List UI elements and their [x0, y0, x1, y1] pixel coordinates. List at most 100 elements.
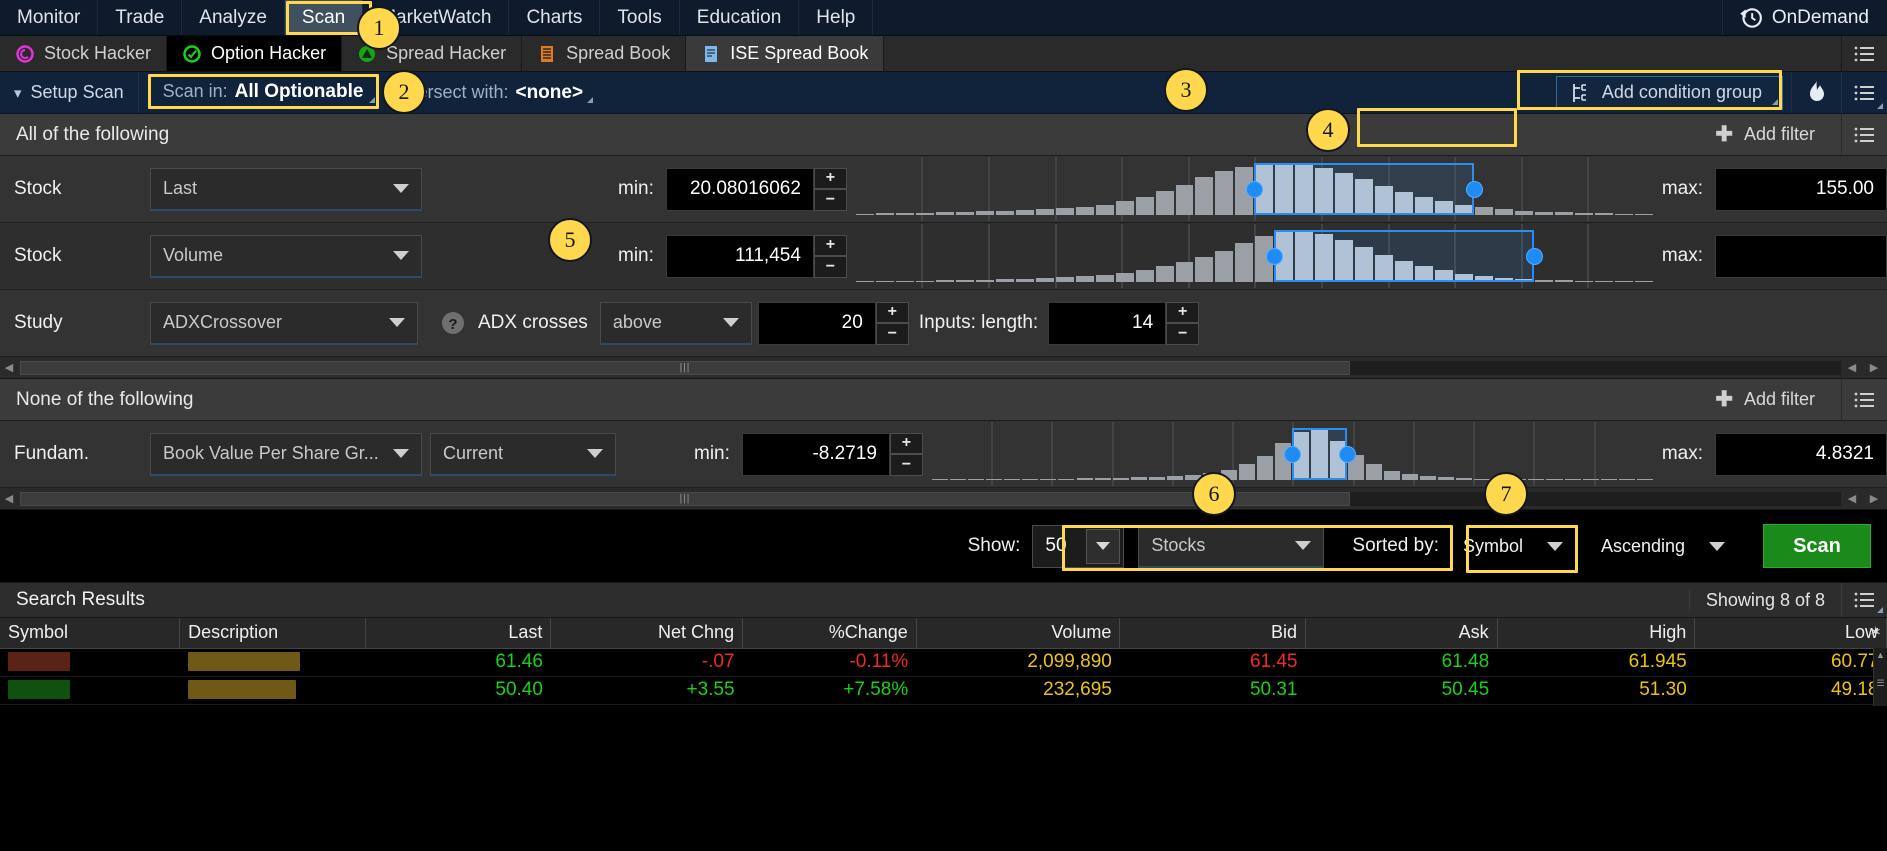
- scroll-left-arrow-2[interactable]: ◀: [1843, 492, 1861, 505]
- range-knob-max[interactable]: [1526, 248, 1544, 265]
- chevron-down-icon[interactable]: [1086, 528, 1121, 564]
- results-menu-button[interactable]: [1841, 583, 1887, 617]
- ondemand-label: OnDemand: [1771, 6, 1869, 28]
- search-results-title: Search Results: [16, 589, 145, 610]
- scroll-track[interactable]: |||: [20, 491, 1841, 506]
- scroll-thumb[interactable]: |||: [20, 360, 1350, 375]
- gear-icon[interactable]: ✶: [1869, 623, 1882, 641]
- col-header-description[interactable]: Description: [179, 618, 366, 649]
- min-stepper-last[interactable]: 20.08016062 + −: [665, 167, 847, 211]
- range-histogram-volume[interactable]: [855, 224, 1654, 288]
- range-selection-box[interactable]: [1274, 230, 1535, 282]
- add-filter-button-none[interactable]: ✚ Add filter: [1695, 384, 1835, 415]
- sort-order-dropdown[interactable]: Ascending: [1589, 525, 1737, 568]
- increment-button[interactable]: +: [889, 432, 923, 454]
- table-row[interactable]: 50.40 +3.55 +7.58% 232,695 50.31 50.45 51.30 49…: [0, 676, 1887, 705]
- menu-item-help[interactable]: Help: [799, 0, 874, 35]
- range-histogram-last[interactable]: [855, 157, 1654, 221]
- results-vertical-scrollbar[interactable]: ▲ ☰: [1873, 648, 1887, 706]
- col-header-low[interactable]: Low ✶: [1694, 618, 1887, 649]
- col-header-net-chng[interactable]: Net Chng: [550, 618, 744, 649]
- show-type-dropdown[interactable]: Stocks: [1138, 524, 1325, 568]
- decrement-button[interactable]: −: [889, 454, 923, 476]
- min-stepper-volume[interactable]: 111,454 + −: [665, 234, 847, 278]
- scroll-up-arrow[interactable]: ▲: [1874, 648, 1887, 662]
- col-header-pct-change[interactable]: %Change: [742, 618, 917, 649]
- menu-item-education[interactable]: Education: [680, 0, 800, 35]
- scroll-left-arrow-2[interactable]: ◀: [1843, 361, 1861, 374]
- scan-button[interactable]: Scan: [1763, 524, 1871, 568]
- study-dropdown-adxcrossover[interactable]: ADXCrossover: [150, 301, 418, 345]
- range-histogram-fundamental[interactable]: [931, 422, 1654, 486]
- menu-item-tools[interactable]: Tools: [600, 0, 680, 35]
- tab-spread-book[interactable]: Spread Book: [522, 36, 687, 71]
- study-condition-label: ADX crosses: [478, 312, 588, 333]
- filter-field-dropdown-last[interactable]: Last: [150, 167, 422, 211]
- increment-button[interactable]: +: [875, 301, 909, 323]
- range-knob-max[interactable]: [1338, 446, 1356, 463]
- tab-stock-hacker[interactable]: Stock Hacker: [0, 36, 168, 71]
- col-header-high[interactable]: High: [1497, 618, 1696, 649]
- menu-item-trade[interactable]: Trade: [98, 0, 183, 35]
- show-count-dropdown[interactable]: 50: [1032, 524, 1125, 568]
- study-direction-dropdown[interactable]: above: [599, 301, 752, 345]
- col-header-volume[interactable]: Volume: [916, 618, 1121, 649]
- group-all-menu-button[interactable]: [1841, 114, 1887, 155]
- scroll-right-arrow[interactable]: ▶: [1865, 361, 1883, 374]
- study-length-input[interactable]: 14: [1048, 301, 1167, 345]
- range-knob-max[interactable]: [1466, 181, 1484, 198]
- decrement-button[interactable]: −: [1166, 323, 1200, 345]
- decrement-button[interactable]: −: [813, 189, 847, 211]
- scroll-thumb[interactable]: |||: [20, 491, 1350, 506]
- scroll-track[interactable]: |||: [20, 360, 1841, 375]
- fundamental-period-dropdown[interactable]: Current: [430, 432, 616, 476]
- menu-item-monitor[interactable]: Monitor: [0, 0, 99, 35]
- min-input-volume[interactable]: 111,454: [665, 234, 814, 278]
- decrement-button[interactable]: −: [875, 323, 909, 345]
- range-selection-box[interactable]: [1254, 163, 1475, 215]
- scan-in-label: Scan in:: [162, 81, 228, 101]
- increment-button[interactable]: +: [1166, 301, 1200, 323]
- increment-button[interactable]: +: [813, 234, 847, 256]
- min-input-last[interactable]: 20.08016062: [665, 167, 814, 211]
- menu-item-charts[interactable]: Charts: [509, 0, 601, 35]
- min-input-fundamental[interactable]: -8.2719: [741, 432, 890, 476]
- setup-bar-menu-button[interactable]: [1841, 72, 1887, 113]
- sort-field-dropdown[interactable]: Symbol: [1451, 525, 1575, 568]
- scroll-right-arrow[interactable]: ▶: [1865, 492, 1883, 505]
- menu-item-analyze[interactable]: Analyze: [182, 0, 285, 35]
- study-threshold-stepper[interactable]: 20 + −: [757, 301, 909, 345]
- scan-in-dropdown[interactable]: Scan in: All Optionable: [149, 78, 380, 107]
- horizontal-scrollbar-none[interactable]: ◀ ||| ◀ ▶: [0, 488, 1887, 510]
- add-condition-group-button[interactable]: Add condition group: [1555, 75, 1783, 110]
- col-header-symbol[interactable]: Symbol: [0, 618, 181, 649]
- scroll-left-arrow[interactable]: ◀: [0, 492, 18, 505]
- table-row[interactable]: 61.46 -.07 -0.11% 2,099,890 61.45 61.48 61.945…: [0, 648, 1887, 677]
- ondemand-button[interactable]: OnDemand: [1723, 0, 1887, 35]
- group-none-menu-button[interactable]: [1841, 379, 1887, 420]
- decrement-button[interactable]: −: [813, 256, 847, 278]
- tab-option-hacker[interactable]: Option Hacker: [167, 36, 343, 71]
- study-length-stepper[interactable]: 14 + −: [1048, 301, 1200, 345]
- horizontal-scrollbar-all[interactable]: ◀ ||| ◀ ▶: [0, 357, 1887, 379]
- filter-field-dropdown-volume[interactable]: Volume: [150, 234, 422, 278]
- increment-button[interactable]: +: [813, 167, 847, 189]
- tab-ise-spread-book[interactable]: ISE Spread Book: [686, 36, 885, 71]
- max-input-last[interactable]: 155.00: [1715, 167, 1887, 211]
- help-question-icon[interactable]: ?: [440, 310, 466, 336]
- max-input-fundamental[interactable]: 4.8321: [1715, 432, 1887, 476]
- scroll-left-arrow[interactable]: ◀: [0, 361, 18, 374]
- chevron-down-icon: [393, 184, 409, 193]
- study-threshold-input[interactable]: 20: [757, 301, 876, 345]
- col-header-bid[interactable]: Bid: [1119, 618, 1306, 649]
- fundamental-field-dropdown[interactable]: Book Value Per Share Gr...: [150, 432, 422, 476]
- flame-button[interactable]: [1791, 72, 1841, 113]
- col-header-ask[interactable]: Ask: [1305, 618, 1498, 649]
- max-input-volume[interactable]: [1715, 234, 1887, 278]
- setup-scan-toggle[interactable]: ▾ Setup Scan: [0, 72, 139, 113]
- menu-item-scan[interactable]: Scan: [284, 0, 364, 35]
- col-header-last[interactable]: Last: [365, 618, 552, 649]
- add-filter-button-all[interactable]: ✚ Add filter: [1695, 119, 1835, 150]
- min-stepper-fundamental[interactable]: -8.2719 + −: [741, 432, 923, 476]
- tabstrip-menu-button[interactable]: [1841, 36, 1887, 71]
